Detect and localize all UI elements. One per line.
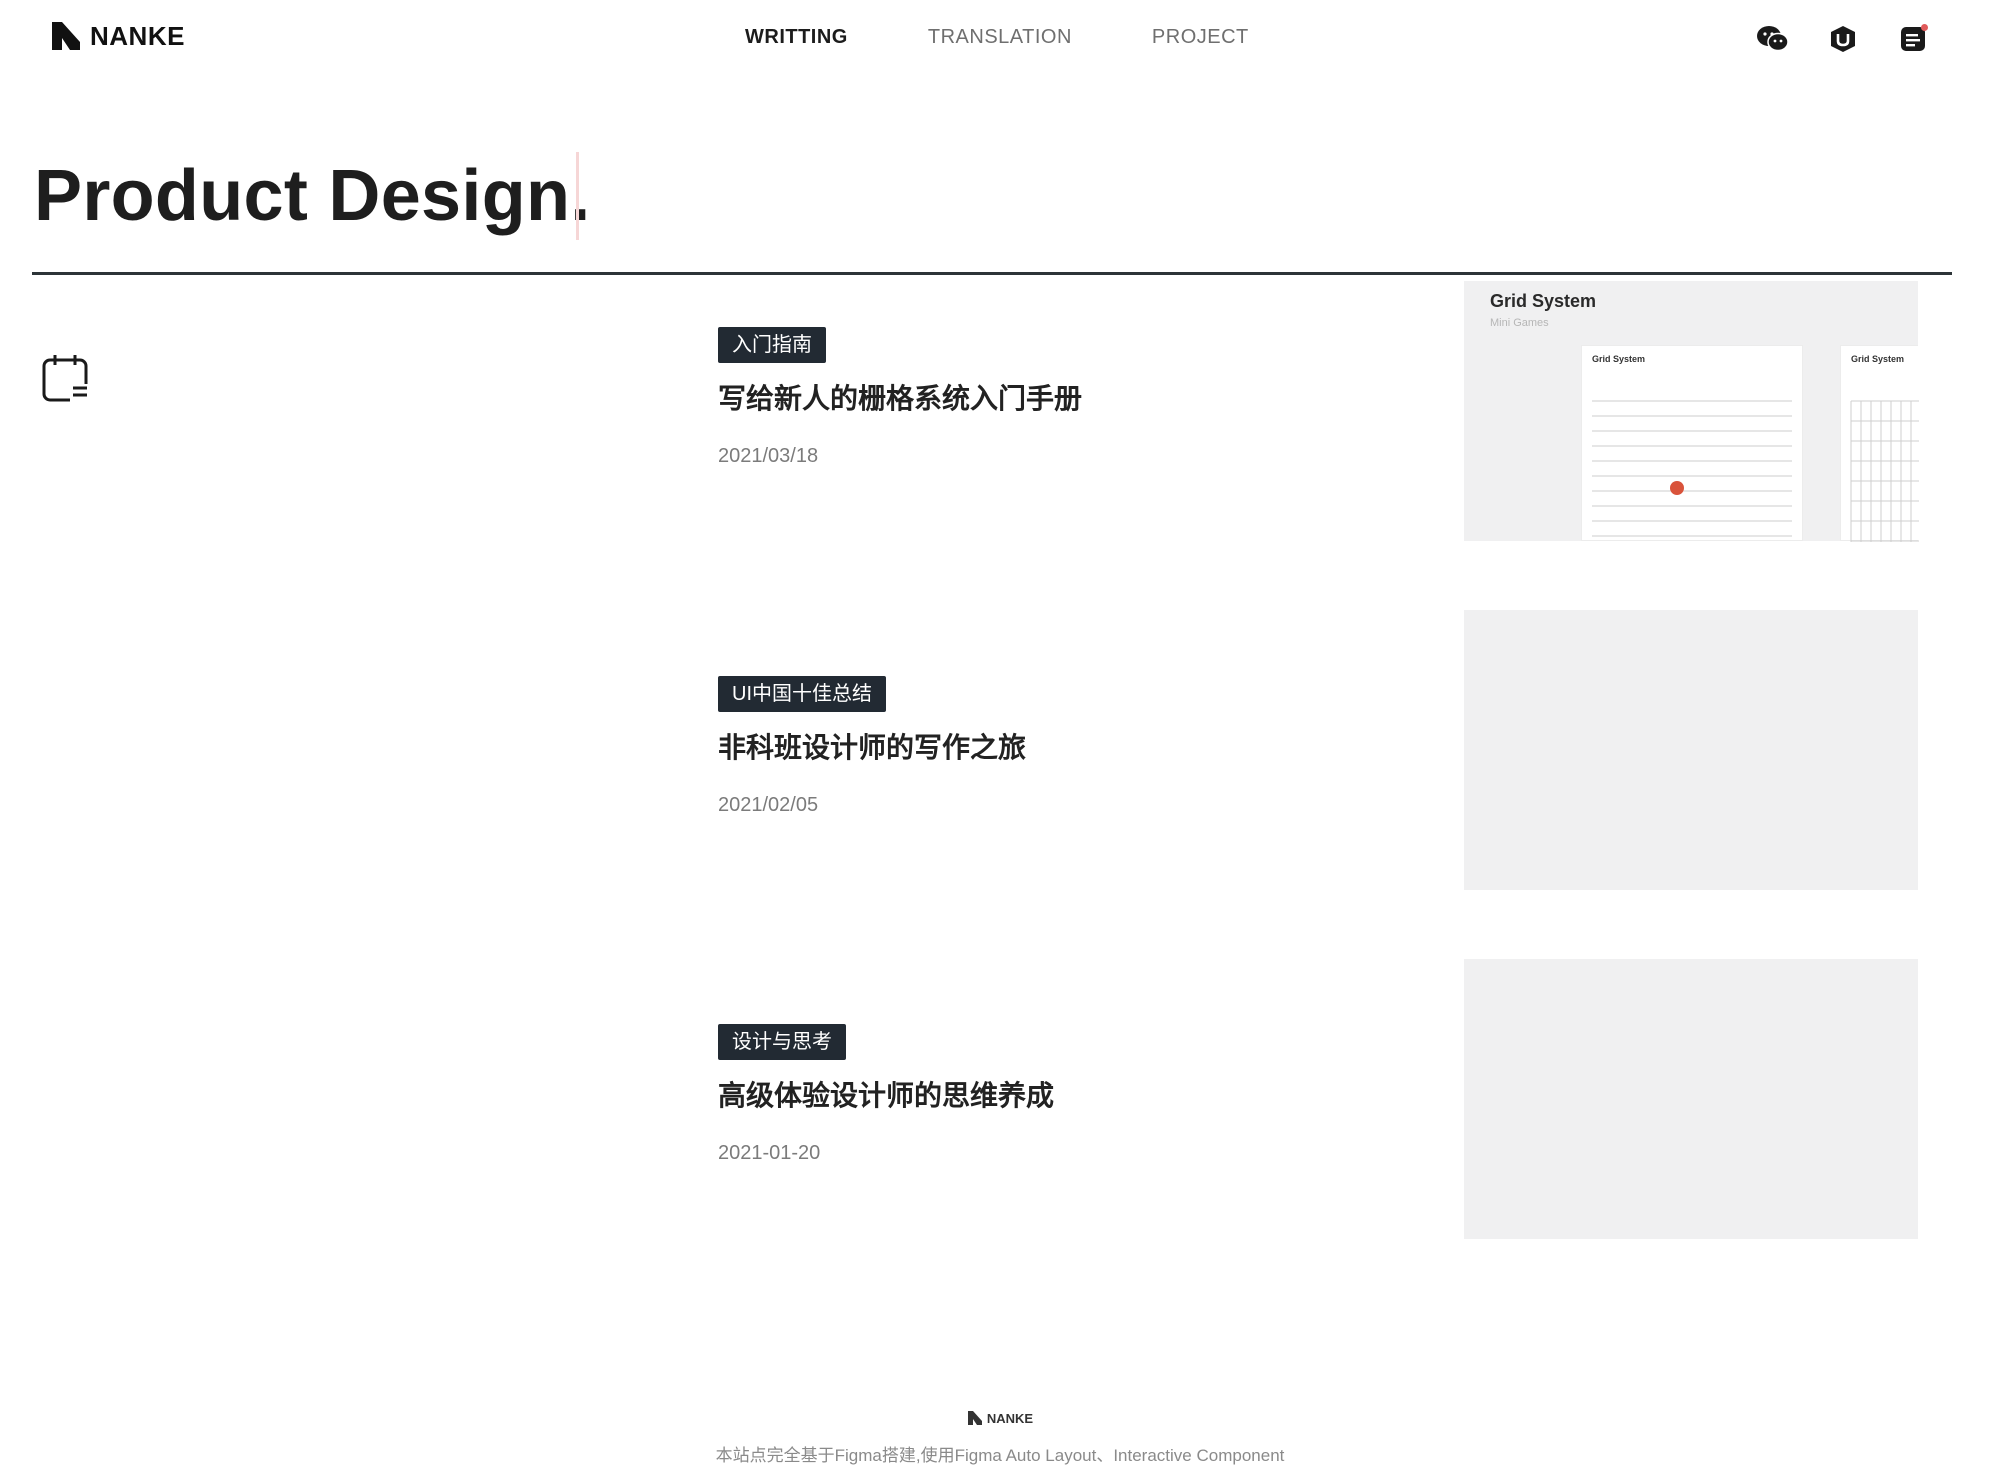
grid-sheet-rows: Grid System — [1581, 345, 1803, 541]
grid-cells-graphic — [1850, 400, 1919, 542]
calendar-icon[interactable] — [40, 352, 92, 404]
footer-brand[interactable]: NANKE — [967, 1410, 1033, 1426]
notification-dot — [1921, 24, 1928, 31]
article-item[interactable]: 设计与思考 高级体验设计师的思维养成 2021-01-20 — [718, 1024, 1398, 1165]
notes-icon[interactable] — [1896, 22, 1930, 56]
page-title: Product Design. — [34, 156, 591, 236]
article-date: 2021-01-20 — [718, 1142, 821, 1164]
nav-translation[interactable]: TRANSLATION — [928, 26, 1072, 49]
thumbnail-subtitle: Mini Games — [1490, 317, 1549, 329]
brand-name: NANKE — [90, 20, 185, 51]
wechat-icon[interactable] — [1756, 22, 1790, 56]
row-lines-graphic — [1592, 400, 1792, 537]
article-title[interactable]: 非科班设计师的写作之旅 — [718, 730, 1398, 766]
article-thumbnail[interactable] — [1464, 959, 1918, 1239]
main-nav: WRITTING TRANSLATION PROJECT — [745, 26, 1249, 49]
article-tag[interactable]: UI中国十佳总结 — [718, 676, 886, 712]
nav-writting[interactable]: WRITTING — [745, 26, 848, 49]
nav-project[interactable]: PROJECT — [1152, 26, 1249, 49]
grid-sheet-columns: Grid System — [1840, 345, 1919, 542]
thumbnail-title: Grid System — [1490, 291, 1597, 311]
article-title[interactable]: 高级体验设计师的思维养成 — [718, 1078, 1398, 1114]
article-thumbnail[interactable]: Grid System Mini Games Grid System Grid … — [1464, 281, 1919, 542]
article-date: 2021/03/18 — [718, 445, 819, 467]
brand[interactable]: NANKE — [50, 20, 185, 52]
article-tag[interactable]: 设计与思考 — [718, 1024, 846, 1060]
title-caret — [576, 152, 579, 240]
footer-note: 本站点完全基于Figma搭建,使用Figma Auto Layout、Inter… — [715, 1446, 1285, 1465]
article-thumbnail[interactable] — [1464, 610, 1918, 890]
title-divider — [32, 272, 1952, 275]
header-icons — [1756, 22, 1930, 56]
article-date: 2021/02/05 — [718, 794, 819, 816]
footer-logo-icon — [967, 1411, 982, 1425]
top-bar: NANKE WRITTING TRANSLATION PROJECT — [0, 0, 2000, 76]
article-tag[interactable]: 入门指南 — [718, 327, 826, 363]
user-badge-icon[interactable] — [1826, 22, 1860, 56]
brand-logo-icon — [52, 22, 80, 50]
article-item[interactable]: UI中国十佳总结 非科班设计师的写作之旅 2021/02/05 — [718, 676, 1398, 817]
article-item[interactable]: 入门指南 写给新人的栅格系统入门手册 2021/03/18 — [718, 327, 1398, 468]
footer: NANKE 本站点完全基于Figma搭建,使用Figma Auto Layout… — [0, 1410, 2000, 1466]
footer-brand-name: NANKE — [986, 1410, 1034, 1426]
article-title[interactable]: 写给新人的栅格系统入门手册 — [718, 381, 1398, 417]
